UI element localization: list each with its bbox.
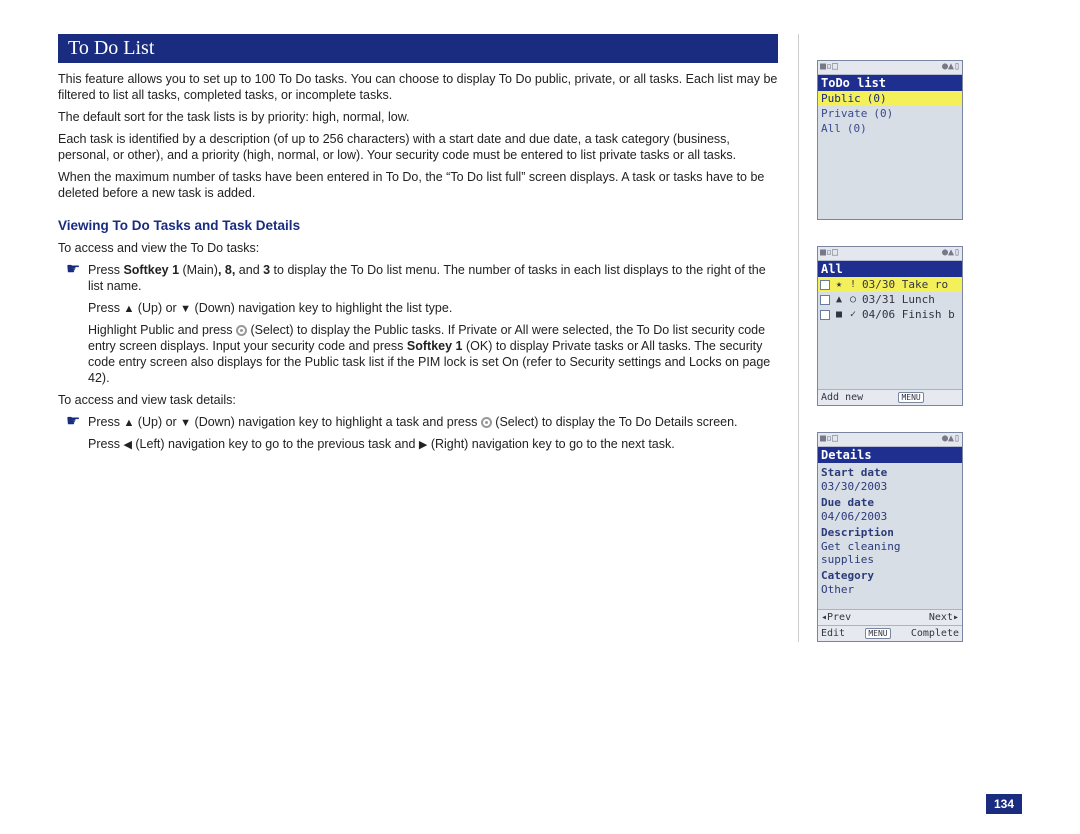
field-value: Get cleaning supplies [818,540,962,568]
up-icon: ▲ [123,304,134,315]
priority-icon: ▲ [834,294,844,305]
task-row[interactable]: ■ ✓ 04/06 Finish b [818,307,962,322]
field-value: Other [818,583,962,598]
field-label: Start date [818,465,962,480]
hand-icon: ☛ [66,414,88,430]
phone-status-bar: ■▫□●▲▯ [818,247,962,261]
status-icon: ○ [848,294,858,305]
up-icon: ▲ [123,418,134,429]
list-item[interactable]: Public(0) [818,91,962,106]
priority-icon: ■ [834,309,844,320]
step-1: ☛ Press Softkey 1 (Main), 8, and 3 to di… [66,262,778,294]
page-title: To Do List [58,34,778,63]
step-2b: Press ◀ (Left) navigation key to go to t… [88,436,778,452]
down-icon: ▼ [180,304,191,315]
left-icon: ◀ [123,440,131,451]
page-number: 134 [986,794,1022,814]
list-item[interactable]: Private(0) [818,106,962,121]
phone-mock-all-tasks: ■▫□●▲▯ All ★ ! 03/30 Take ro ▲ ○ 03/31 L… [817,246,963,406]
softkey-prev[interactable]: ◂Prev [821,612,851,623]
intro-para-4: When the maximum number of tasks have be… [58,169,778,201]
field-label: Category [818,568,962,583]
phone-header: ToDo list [818,75,962,91]
access-details-intro: To access and view task details: [58,392,778,408]
select-icon [236,325,247,336]
task-row[interactable]: ▲ ○ 03/31 Lunch [818,292,962,307]
task-row[interactable]: ★ ! 03/30 Take ro [818,277,962,292]
phone-status-bar: ■▫□●▲▯ [818,433,962,447]
select-icon [481,417,492,428]
step-2a: ☛ Press ▲ (Up) or ▼ (Down) navigation ke… [66,414,778,430]
checkbox-icon[interactable] [820,280,830,290]
field-label: Description [818,525,962,540]
softkey-edit[interactable]: Edit [821,628,845,639]
phone-header: Details [818,447,962,463]
field-label: Due date [818,495,962,510]
phone-mock-todo-list: ■▫□●▲▯ ToDo list Public(0) Private(0) Al… [817,60,963,220]
softkey-menu[interactable]: MENU [865,628,890,639]
hand-icon: ☛ [66,262,88,294]
step-1c: Highlight Public and press (Select) to d… [88,322,778,386]
checkbox-icon[interactable] [820,310,830,320]
status-icon: ! [848,279,858,290]
softkey-next[interactable]: Next▸ [929,612,959,623]
intro-para-1: This feature allows you to set up to 100… [58,71,778,103]
phone-mock-details: ■▫□●▲▯ Details Start date 03/30/2003 Due… [817,432,963,642]
field-value: 03/30/2003 [818,480,962,495]
step-1b: Press ▲ (Up) or ▼ (Down) navigation key … [88,300,778,316]
softkey-menu[interactable]: MENU [898,392,923,403]
status-icon: ✓ [848,309,858,320]
checkbox-icon[interactable] [820,295,830,305]
list-item[interactable]: All(0) [818,121,962,136]
field-value: 04/06/2003 [818,510,962,525]
intro-para-3: Each task is identified by a description… [58,131,778,163]
softkey-complete[interactable]: Complete [911,628,959,639]
phone-status-bar: ■▫□●▲▯ [818,61,962,75]
softkey-add-new[interactable]: Add new [821,392,863,403]
down-icon: ▼ [180,418,191,429]
priority-icon: ★ [834,279,844,290]
phone-header: All [818,261,962,277]
access-view-intro: To access and view the To Do tasks: [58,240,778,256]
subheading: Viewing To Do Tasks and Task Details [58,217,778,234]
intro-para-2: The default sort for the task lists is b… [58,109,778,125]
